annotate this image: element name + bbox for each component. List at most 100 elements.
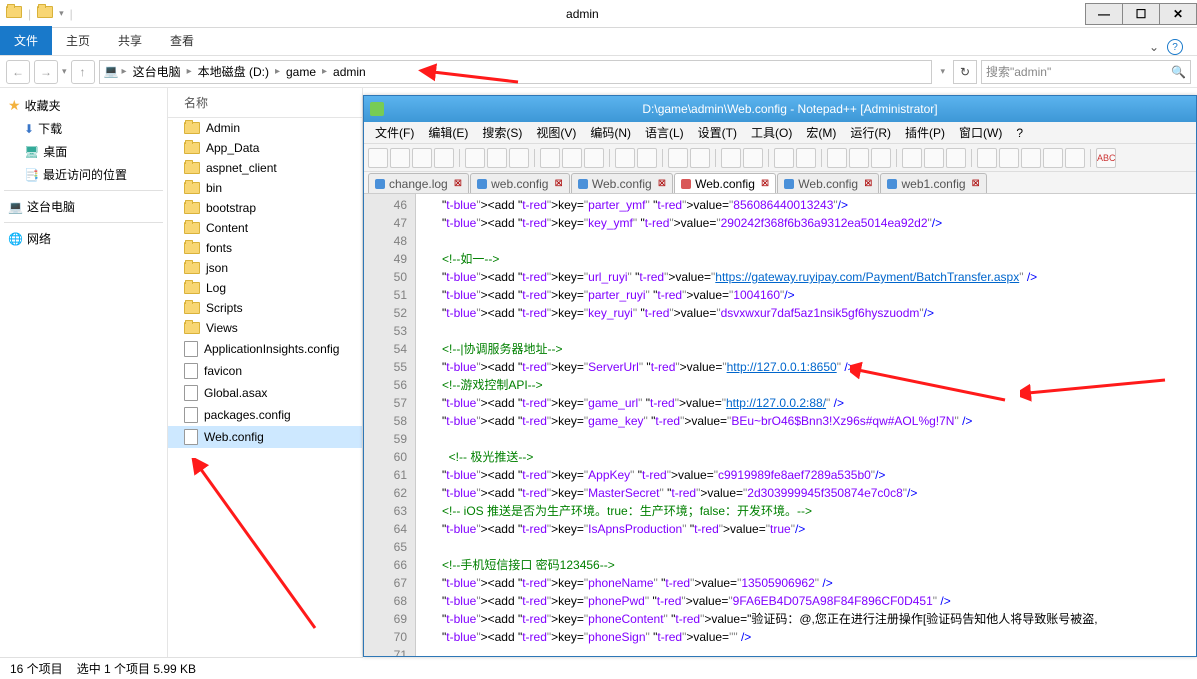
ribbon-collapse-icon[interactable]: ⌄	[1149, 40, 1159, 54]
up-button[interactable]: ↑	[71, 60, 95, 84]
tb-sync-icon[interactable]	[774, 148, 794, 168]
list-item[interactable]: Admin	[168, 118, 362, 138]
tb-rec-play-icon[interactable]	[1021, 148, 1041, 168]
tb-doc-icon[interactable]	[946, 148, 966, 168]
menu-item[interactable]: 编码(N)	[583, 124, 638, 141]
editor-tab[interactable]: change.log⊠	[368, 173, 469, 193]
code-area[interactable]: "t-blue"><add "t-red">key="parter_ymf" "…	[416, 194, 1196, 656]
tb-new-icon[interactable]	[368, 148, 388, 168]
tb-showall-icon[interactable]	[849, 148, 869, 168]
bc-drive[interactable]: 本地磁盘 (D:)	[194, 63, 273, 80]
close-tab-icon[interactable]: ⊠	[454, 178, 462, 189]
list-item[interactable]: Log	[168, 278, 362, 298]
editor-tab[interactable]: Web.config⊠	[674, 173, 776, 193]
close-tab-icon[interactable]: ⊠	[658, 178, 666, 189]
forward-button[interactable]: →	[34, 60, 58, 84]
refresh-button[interactable]: ↻	[953, 60, 977, 84]
menu-item[interactable]: 语言(L)	[638, 124, 691, 141]
menu-item[interactable]: 搜索(S)	[475, 124, 529, 141]
ribbon-tab-share[interactable]: 共享	[104, 26, 156, 55]
list-item[interactable]: Web.config	[168, 426, 362, 448]
tb-spellcheck-icon[interactable]: ABC	[1096, 148, 1116, 168]
close-tab-icon[interactable]: ⊠	[864, 178, 872, 189]
tree-desktop[interactable]: 🖥桌面	[4, 140, 163, 163]
list-item[interactable]: Views	[168, 318, 362, 338]
tb-closeall-icon[interactable]	[487, 148, 507, 168]
tb-zoomin-icon[interactable]	[721, 148, 741, 168]
list-item[interactable]: App_Data	[168, 138, 362, 158]
menu-item[interactable]: ?	[1009, 126, 1030, 140]
tb-close-icon[interactable]	[465, 148, 485, 168]
ribbon-tab-home[interactable]: 主页	[52, 26, 104, 55]
bc-pc[interactable]: 这台电脑	[129, 63, 185, 80]
bc-admin[interactable]: admin	[329, 65, 370, 79]
tree-recent[interactable]: 📑最近访问的位置	[4, 163, 163, 186]
ribbon-tab-view[interactable]: 查看	[156, 26, 208, 55]
menu-item[interactable]: 工具(O)	[744, 124, 799, 141]
history-dd-icon[interactable]: ▾	[62, 66, 67, 77]
close-button[interactable]	[1159, 3, 1197, 25]
editor-tab[interactable]: Web.config⊠	[571, 173, 673, 193]
tb-open-icon[interactable]	[390, 148, 410, 168]
tb-rec-save-icon[interactable]	[1065, 148, 1085, 168]
breadcrumb-dd-icon[interactable]: ▾	[936, 66, 949, 77]
list-item[interactable]: aspnet_client	[168, 158, 362, 178]
minimize-button[interactable]	[1085, 3, 1123, 25]
tb-sync2-icon[interactable]	[796, 148, 816, 168]
tb-undo-icon[interactable]	[615, 148, 635, 168]
menu-item[interactable]: 插件(P)	[898, 124, 952, 141]
menu-item[interactable]: 编辑(E)	[421, 124, 475, 141]
breadcrumb[interactable]: 💻 ▸ 这台电脑 ▸ 本地磁盘 (D:) ▸ game ▸ admin	[99, 60, 933, 84]
bc-game[interactable]: game	[282, 65, 320, 79]
tb-rec-stop-icon[interactable]	[999, 148, 1019, 168]
list-item[interactable]: bootstrap	[168, 198, 362, 218]
maximize-button[interactable]	[1122, 3, 1160, 25]
editor-tab[interactable]: web1.config⊠	[880, 173, 986, 193]
tree-favorites[interactable]: ★收藏夹	[4, 94, 163, 117]
search-input[interactable]: 搜索"admin" 🔍	[981, 60, 1191, 84]
close-tab-icon[interactable]: ⊠	[761, 178, 769, 189]
tb-wrap-icon[interactable]	[827, 148, 847, 168]
titlebar-dd[interactable]: ▾	[59, 8, 64, 19]
ribbon-tab-file[interactable]: 文件	[0, 26, 52, 55]
list-item[interactable]: packages.config	[168, 404, 362, 426]
tb-save-icon[interactable]	[412, 148, 432, 168]
tb-cut-icon[interactable]	[540, 148, 560, 168]
tb-print-icon[interactable]	[509, 148, 529, 168]
editor-tab[interactable]: Web.config⊠	[777, 173, 879, 193]
back-button[interactable]: ←	[6, 60, 30, 84]
list-item[interactable]: Content	[168, 218, 362, 238]
menu-item[interactable]: 设置(T)	[691, 124, 744, 141]
help-icon[interactable]: ?	[1167, 39, 1183, 55]
tb-find-icon[interactable]	[668, 148, 688, 168]
tb-func-icon[interactable]	[902, 148, 922, 168]
tb-rec-start-icon[interactable]	[977, 148, 997, 168]
menu-item[interactable]: 文件(F)	[368, 124, 421, 141]
tree-this-pc[interactable]: 💻这台电脑	[4, 195, 163, 218]
menu-item[interactable]: 运行(R)	[843, 124, 898, 141]
tb-zoomout-icon[interactable]	[743, 148, 763, 168]
column-header-name[interactable]: 名称	[168, 88, 362, 118]
menu-item[interactable]: 宏(M)	[799, 124, 843, 141]
list-item[interactable]: fonts	[168, 238, 362, 258]
tree-network[interactable]: 🌐网络	[4, 227, 163, 250]
tb-indent-icon[interactable]	[871, 148, 891, 168]
menu-item[interactable]: 窗口(W)	[952, 124, 1009, 141]
list-item[interactable]: Global.asax	[168, 382, 362, 404]
menu-item[interactable]: 视图(V)	[529, 124, 583, 141]
tb-copy-icon[interactable]	[562, 148, 582, 168]
list-item[interactable]: Scripts	[168, 298, 362, 318]
close-tab-icon[interactable]: ⊠	[554, 178, 562, 189]
list-item[interactable]: favicon	[168, 360, 362, 382]
tb-saveall-icon[interactable]	[434, 148, 454, 168]
tb-replace-icon[interactable]	[690, 148, 710, 168]
tb-redo-icon[interactable]	[637, 148, 657, 168]
list-item[interactable]: json	[168, 258, 362, 278]
tb-paste-icon[interactable]	[584, 148, 604, 168]
tb-rec-multi-icon[interactable]	[1043, 148, 1063, 168]
tree-downloads[interactable]: ⬇下载	[4, 117, 163, 140]
close-tab-icon[interactable]: ⊠	[972, 178, 980, 189]
list-item[interactable]: ApplicationInsights.config	[168, 338, 362, 360]
editor-tab[interactable]: web.config⊠	[470, 173, 570, 193]
tb-folder-icon[interactable]	[924, 148, 944, 168]
